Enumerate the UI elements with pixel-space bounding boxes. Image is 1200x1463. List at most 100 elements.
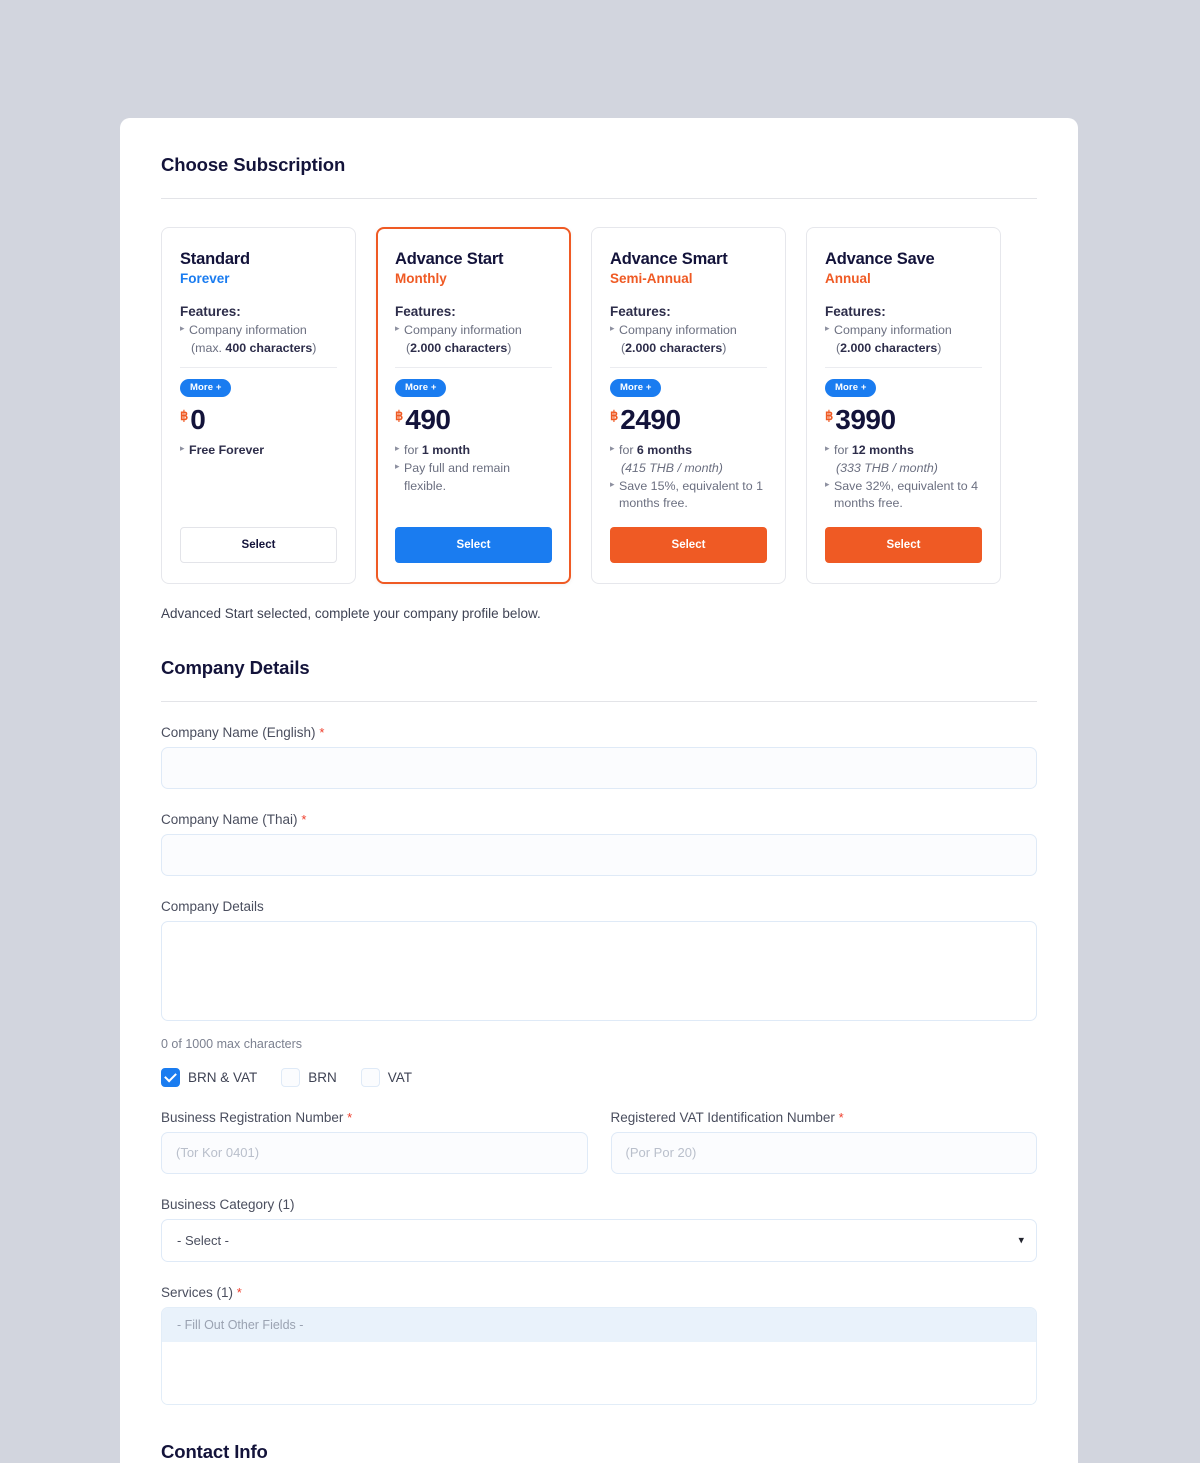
baht-currency-icon: ฿ [825, 408, 834, 424]
plan-price-row: ฿ 0 [180, 406, 337, 434]
required-marker: * [838, 1109, 844, 1125]
business-category-select-wrap: - Select - ▾ [161, 1218, 1037, 1262]
checkbox-icon[interactable] [360, 1067, 380, 1087]
plan-features-label: Features: [610, 304, 671, 320]
vat-label: Registered VAT Identification Number * [611, 1110, 1038, 1125]
company-name-en-label-text: Company Name (English) [161, 724, 316, 740]
baht-currency-icon: ฿ [180, 408, 189, 424]
plan-feature-list: Company information(2.000 characters) [825, 322, 982, 357]
plan-feature: Company information(max. 400 characters) [180, 322, 337, 357]
company-name-th-label: Company Name (Thai) * [161, 812, 1037, 827]
plan-period: Forever [180, 270, 230, 286]
plan-features-label: Features: [395, 304, 456, 320]
vat-input[interactable] [610, 1131, 1037, 1174]
plan-note-primary: for 12 months(333 THB / month) [825, 442, 982, 477]
plan-price-notes: for 1 monthPay full and remain flexible. [395, 442, 552, 495]
business-category-label: Business Category (1) [161, 1196, 295, 1212]
plan-note-secondary: Pay full and remain flexible. [395, 460, 552, 495]
company-details-divider [161, 700, 1037, 702]
plan-spacer [825, 513, 982, 527]
title-divider [161, 198, 1037, 199]
plan-price: 0 [190, 404, 206, 436]
plan-selection-note: Advanced Start selected, complete your c… [161, 605, 541, 621]
plan-feature: Company information(2.000 characters) [610, 322, 767, 357]
plan-name: Standard [180, 250, 250, 268]
plan-select-button[interactable]: Select [180, 526, 337, 563]
document-type-option[interactable]: VAT [360, 1067, 413, 1087]
required-marker: * [319, 724, 325, 740]
services-placeholder-header: - Fill Out Other Fields - [162, 1307, 1036, 1342]
plan-more-button[interactable]: More + [610, 379, 662, 398]
plan-price-notes: Free Forever [180, 442, 337, 460]
plan-feature-list: Company information(2.000 characters) [610, 322, 767, 357]
plan-card[interactable]: Advance Start Monthly Features: Company inf… [376, 227, 571, 584]
plan-name: Advance Start [395, 250, 504, 268]
required-marker: * [236, 1284, 242, 1300]
company-name-en-input[interactable] [161, 746, 1037, 789]
plan-price-row: ฿ 490 [395, 406, 552, 434]
plan-period: Semi-Annual [610, 270, 693, 286]
brn-label-text: Business Registration Number [161, 1109, 344, 1125]
page-title: Choose Subscription [161, 154, 346, 175]
services-body[interactable] [162, 1341, 1036, 1404]
checkbox-label: VAT [387, 1069, 413, 1085]
services-label: Services (1) * [161, 1285, 1037, 1300]
required-marker: * [301, 811, 307, 827]
plan-select-button[interactable]: Select [610, 526, 767, 563]
vat-label-text: Registered VAT Identification Number [610, 1109, 835, 1125]
plan-feature-list: Company information(max. 400 characters) [180, 322, 337, 357]
plan-feature-list: Company information(2.000 characters) [395, 322, 552, 357]
character-counter: 0 of 1000 max characters [161, 1036, 303, 1051]
plan-spacer [395, 495, 552, 527]
company-name-en-label: Company Name (English) * [161, 725, 1037, 740]
services-box[interactable]: - Fill Out Other Fields - [161, 1306, 1037, 1405]
baht-currency-icon: ฿ [610, 408, 619, 424]
plan-price-row: ฿ 2490 [610, 406, 767, 434]
plan-price-notes: for 12 months(333 THB / month)Save 32%, … [825, 442, 982, 512]
business-category-select[interactable]: - Select - [161, 1218, 1037, 1262]
subscription-plan-list: Standard Forever Features: Company informat… [161, 227, 1037, 584]
baht-currency-icon: ฿ [395, 408, 404, 424]
plan-more-button[interactable]: More + [825, 379, 877, 398]
plan-price: 490 [405, 404, 451, 436]
plan-features-label: Features: [825, 304, 886, 320]
plan-price-notes: for 6 months(415 THB / month)Save 15%, e… [610, 442, 767, 512]
company-name-th-label-text: Company Name (Thai) [161, 811, 298, 827]
plan-feature: Company information(2.000 characters) [395, 322, 552, 357]
plan-name: Advance Save [825, 250, 935, 268]
plan-card[interactable]: Advance Smart Semi-Annual Features: Company… [591, 227, 786, 584]
plan-more-button[interactable]: More + [395, 379, 447, 398]
plan-note-secondary: Save 32%, equivalent to 4 months free. [825, 478, 982, 513]
plan-price: 3990 [835, 404, 896, 436]
company-name-th-input[interactable] [161, 833, 1037, 876]
plan-card[interactable]: Advance Save Annual Features: Company infor… [806, 227, 1001, 584]
plan-price-row: ฿ 3990 [825, 406, 982, 434]
plan-more-button[interactable]: More + [180, 379, 232, 398]
document-type-option[interactable]: BRN & VAT [161, 1067, 258, 1087]
contact-info-heading: Contact Info [161, 1440, 268, 1462]
plan-spacer [180, 460, 337, 527]
document-type-checkbox-group: BRN & VAT BRN VAT [161, 1067, 1037, 1087]
plan-select-button[interactable]: Select [395, 526, 552, 563]
checkbox-icon[interactable] [281, 1067, 301, 1087]
plan-card[interactable]: Standard Forever Features: Company informat… [161, 227, 356, 584]
plan-feature: Company information(2.000 characters) [825, 322, 982, 357]
plan-features-label: Features: [180, 304, 241, 320]
company-details-label: Company Details [161, 898, 264, 914]
checkbox-label: BRN & VAT [188, 1069, 258, 1085]
plan-note-secondary: Save 15%, equivalent to 1 months free. [610, 478, 767, 513]
company-details-textarea[interactable] [161, 920, 1037, 1021]
brn-input[interactable] [161, 1131, 588, 1174]
plan-select-button[interactable]: Select [825, 526, 982, 563]
brn-label: Business Registration Number * [161, 1110, 588, 1125]
plan-spacer [610, 513, 767, 527]
checkbox-icon[interactable] [161, 1067, 180, 1087]
document-type-option[interactable]: BRN [281, 1067, 337, 1087]
plan-name: Advance Smart [610, 250, 728, 268]
plan-period: Monthly [395, 270, 447, 286]
plan-period: Annual [825, 270, 871, 286]
services-label-text: Services (1) [161, 1284, 234, 1300]
plan-price: 2490 [620, 404, 681, 436]
plan-note-primary: for 1 month [395, 442, 552, 460]
plan-note-primary: for 6 months(415 THB / month) [610, 442, 767, 477]
